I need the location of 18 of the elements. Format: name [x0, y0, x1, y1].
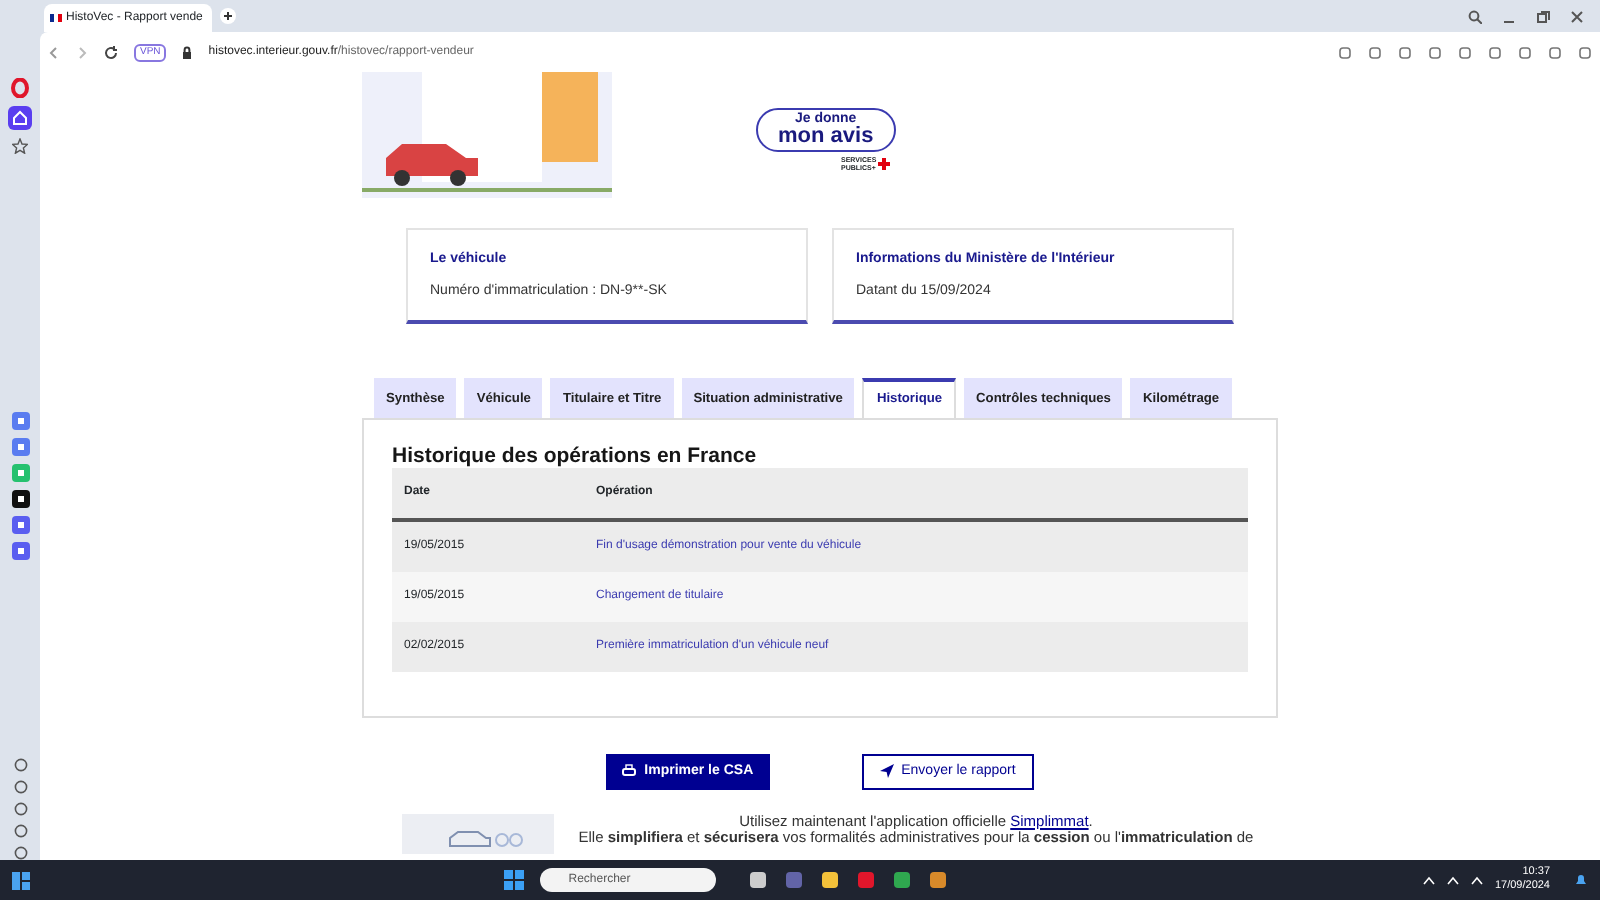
home-icon[interactable] — [8, 106, 32, 130]
new-tab-icon[interactable] — [220, 8, 236, 24]
reload-icon[interactable] — [104, 45, 118, 59]
back-icon[interactable] — [48, 45, 60, 59]
lock-icon — [182, 45, 193, 59]
section-title: Historique des opérations en France — [392, 443, 759, 469]
search-icon[interactable] — [1468, 9, 1482, 23]
send-icon — [879, 764, 894, 779]
flag-icon — [50, 14, 62, 22]
start-icon[interactable] — [504, 870, 525, 890]
star-icon[interactable] — [12, 138, 28, 154]
printer-icon — [622, 764, 637, 779]
chevron-icon[interactable] — [1422, 873, 1437, 887]
close-icon[interactable] — [1570, 9, 1584, 23]
browser-logo-icon[interactable] — [10, 78, 30, 98]
widgets-icon[interactable] — [12, 871, 30, 889]
plus-logo-icon — [878, 158, 891, 170]
restore-icon[interactable] — [1536, 9, 1550, 23]
